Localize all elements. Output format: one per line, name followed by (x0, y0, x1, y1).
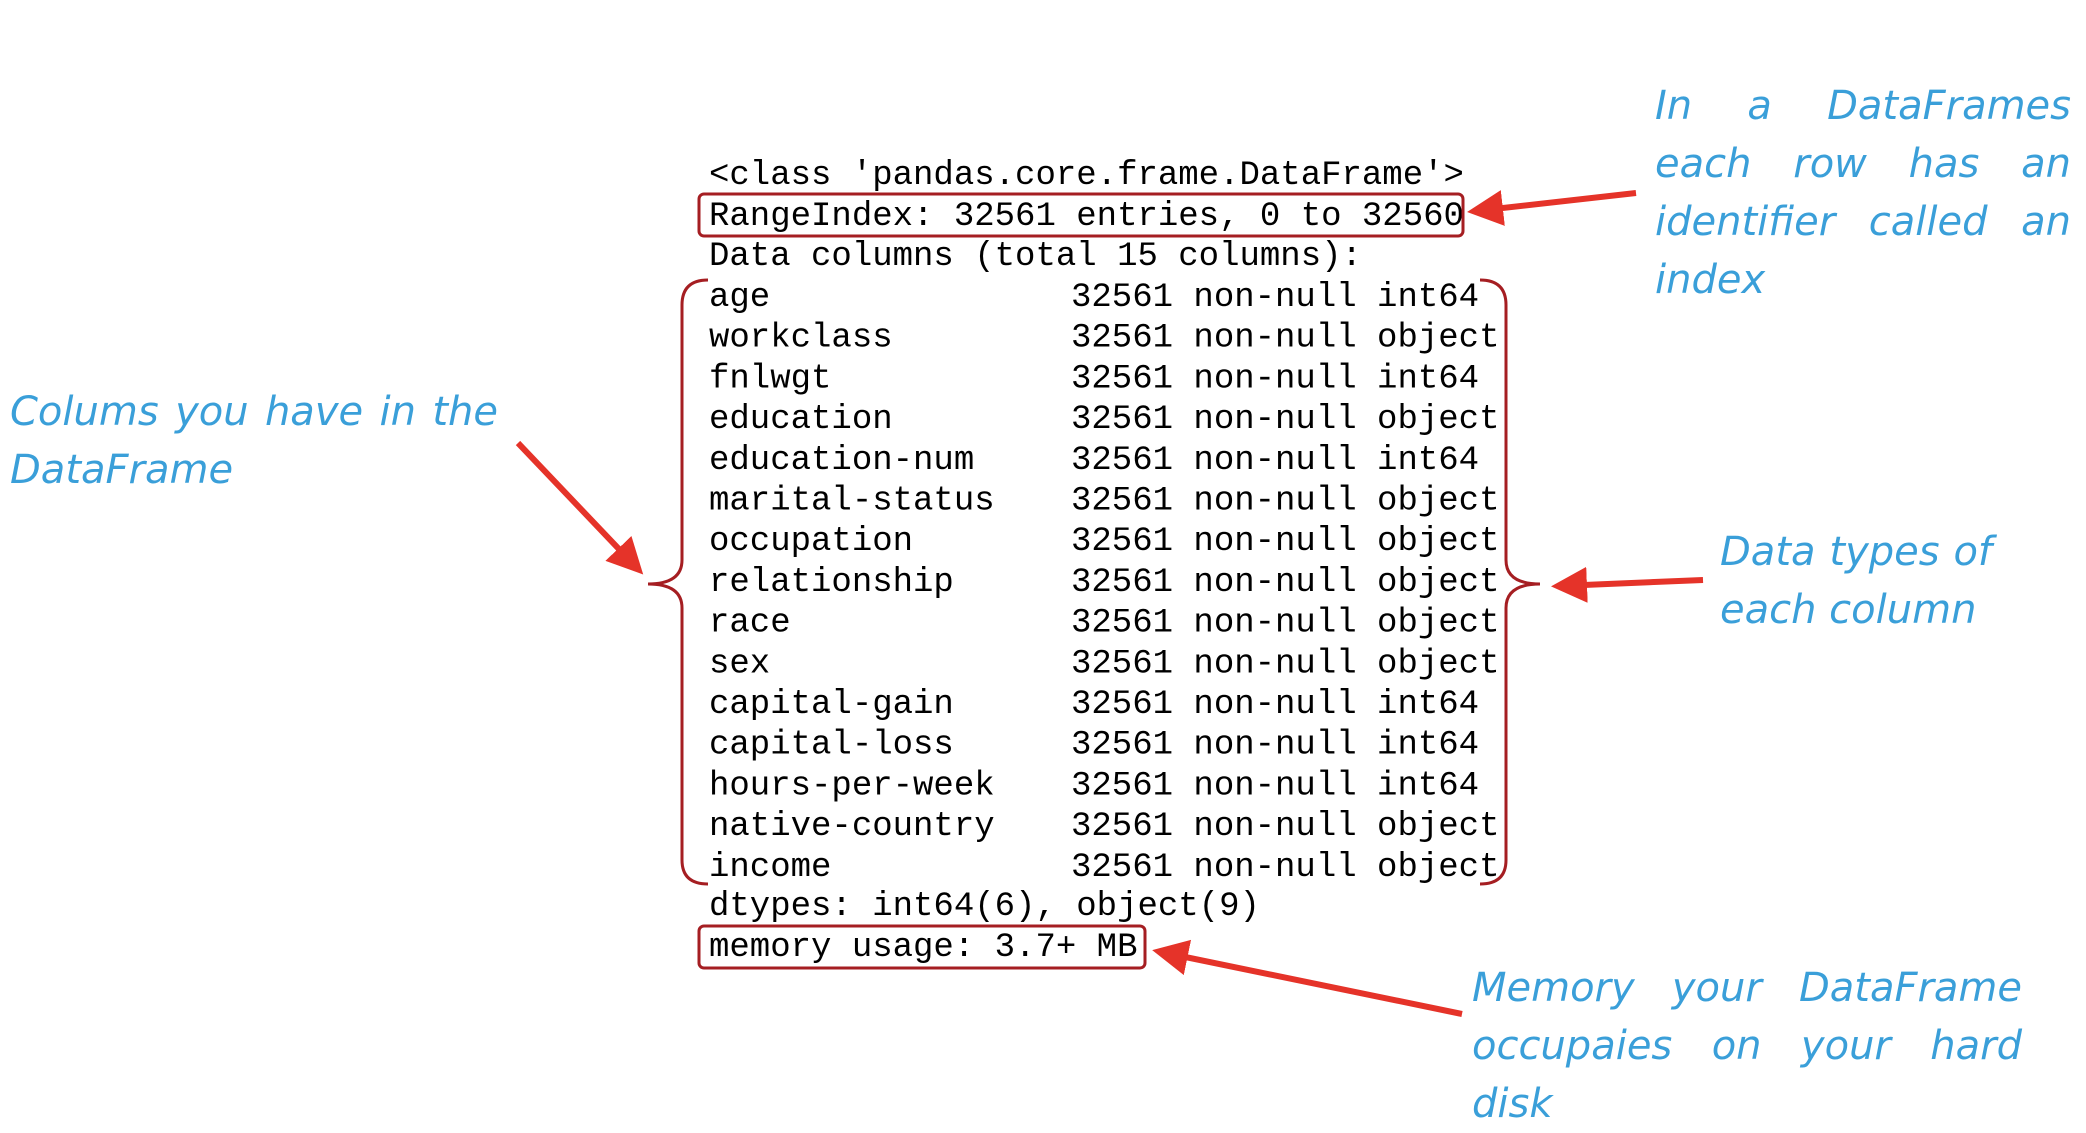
column-dtype-info: 32561 non-null object (1071, 320, 1499, 358)
columns-header-line: Data columns (total 15 columns): (709, 238, 1362, 276)
column-name: workclass (709, 320, 893, 358)
index-arrow (1467, 190, 1637, 226)
index-annotation-line: In a DataFrames (1655, 83, 2071, 129)
index-annotation-line: index (1655, 257, 1766, 303)
column-name: native-country (709, 808, 995, 846)
index-annotation-line: each row has an (1655, 141, 2071, 187)
dtypes-annotation-line: each column (1720, 587, 1977, 633)
column-row: education 32561 non-null object (709, 401, 1499, 439)
console-output: <class 'pandas.core.frame.DataFrame'> Ra… (709, 157, 1499, 967)
column-name: relationship (709, 564, 954, 602)
column-name: education-num (709, 442, 974, 480)
column-row: income 32561 non-null object (709, 849, 1499, 887)
column-dtype-info: 32561 non-null object (1071, 645, 1499, 683)
column-name: fnlwgt (709, 360, 831, 398)
column-row: fnlwgt 32561 non-null int64 (709, 360, 1479, 398)
column-dtype-info: 32561 non-null int64 (1071, 767, 1479, 805)
column-row: workclass 32561 non-null object (709, 320, 1499, 358)
memory-annotation-line: Memory your DataFrame (1472, 965, 2022, 1011)
column-dtype-info: 32561 non-null object (1071, 483, 1499, 521)
column-dtype-info: 32561 non-null object (1071, 849, 1499, 887)
columns-left-brace (647, 278, 709, 886)
column-dtype-info: 32561 non-null int64 (1071, 279, 1479, 317)
column-name: capital-loss (709, 727, 954, 765)
column-dtype-info: 32561 non-null object (1071, 401, 1499, 439)
column-dtype-info: 32561 non-null object (1071, 605, 1499, 643)
column-row: capital-gain 32561 non-null int64 (709, 686, 1479, 724)
column-dtype-info: 32561 non-null object (1071, 564, 1499, 602)
column-dtype-info: 32561 non-null int64 (1071, 727, 1479, 765)
column-dtype-info: 32561 non-null object (1071, 808, 1499, 846)
columns-annotation: Colums you have in the DataFrame (10, 383, 498, 499)
column-name: sex (709, 645, 770, 683)
dtypes-annotation-line: Data types of (1720, 529, 1992, 575)
dtypes-arrow (1551, 566, 1704, 603)
column-row: capital-loss 32561 non-null int64 (709, 727, 1479, 765)
memory-line: memory usage: 3.7+ MB (709, 929, 1137, 967)
column-dtype-info: 32561 non-null int64 (1071, 360, 1479, 398)
range-index-line: RangeIndex: 32561 entries, 0 to 32560 (709, 198, 1464, 236)
column-dtype-info: 32561 non-null int64 (1071, 686, 1479, 724)
class-line: <class 'pandas.core.frame.DataFrame'> (709, 157, 1464, 195)
columns-arrow (515, 440, 644, 575)
columns-annotation-line: DataFrame (10, 447, 234, 493)
column-name: education (709, 401, 893, 439)
column-row: marital-status 32561 non-null object (709, 483, 1499, 521)
column-row: race 32561 non-null object (709, 605, 1499, 643)
column-name: marital-status (709, 483, 995, 521)
column-name: income (709, 849, 831, 887)
column-row: sex 32561 non-null object (709, 645, 1499, 683)
column-row: relationship 32561 non-null object (709, 564, 1499, 602)
column-name: race (709, 605, 791, 643)
columns-annotation-line: Colums you have in the (10, 389, 498, 435)
memory-annotation: Memory your DataFrame occupaies on your … (1472, 959, 2022, 1133)
column-dtype-info: 32561 non-null object (1071, 523, 1499, 561)
column-row: age 32561 non-null int64 (709, 279, 1479, 317)
column-row: occupation 32561 non-null object (709, 523, 1499, 561)
column-name: capital-gain (709, 686, 954, 724)
memory-annotation-line: occupaies on your hard disk (1472, 1023, 2022, 1127)
memory-arrow (1152, 939, 1463, 1017)
column-dtype-info: 32561 non-null int64 (1071, 442, 1479, 480)
column-name: hours-per-week (709, 767, 995, 805)
dtypes-annotation: Data types of each column (1720, 523, 1992, 639)
column-row: education-num 32561 non-null int64 (709, 442, 1479, 480)
column-name: occupation (709, 523, 913, 561)
index-annotation-line: identifier called an (1655, 199, 2071, 245)
index-annotation: In a DataFrames each row has an identifi… (1655, 77, 2071, 309)
dtypes-line: dtypes: int64(6), object(9) (709, 888, 1260, 926)
column-row: native-country 32561 non-null object (709, 808, 1499, 846)
column-rows: age 32561 non-null int64 workclass 32561 no… (709, 279, 1499, 887)
column-name: age (709, 279, 770, 317)
column-row: hours-per-week 32561 non-null int64 (709, 767, 1479, 805)
